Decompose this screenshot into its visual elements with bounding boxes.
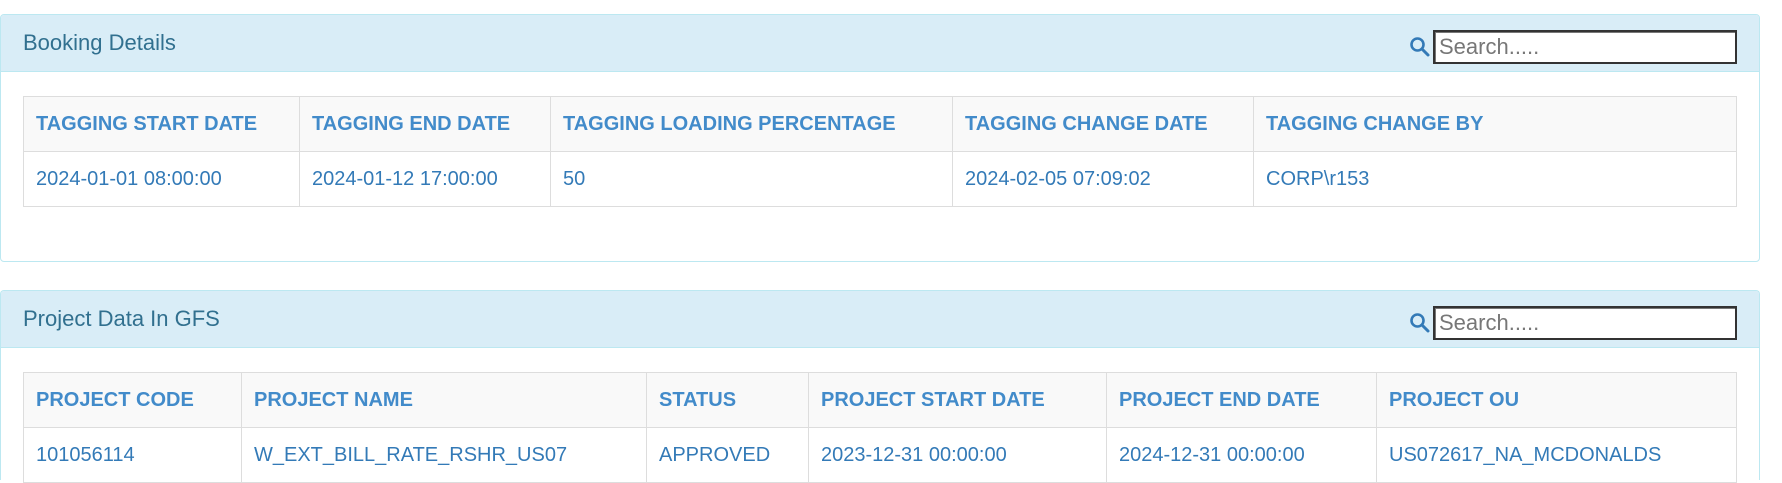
booking-table: TAGGING START DATE TAGGING END DATE TAGG… [23, 96, 1737, 207]
column-header[interactable]: TAGGING START DATE [23, 96, 300, 152]
booking-table-wrap: TAGGING START DATE TAGGING END DATE TAGG… [23, 96, 1737, 207]
column-header[interactable]: TAGGING CHANGE DATE [952, 96, 1254, 152]
booking-search-input[interactable] [1433, 30, 1737, 64]
search-icon [1409, 36, 1431, 58]
project-table: PROJECT CODE PROJECT NAME STATUS PROJECT… [23, 372, 1737, 483]
column-header[interactable]: PROJECT NAME [241, 372, 647, 428]
column-header[interactable]: TAGGING CHANGE BY [1253, 96, 1737, 152]
project-data-heading: Project Data In GFS [1, 291, 1759, 348]
column-header[interactable]: PROJECT OU [1376, 372, 1737, 428]
table-cell: 50 [550, 151, 953, 207]
table-cell: US072617_NA_MCDONALDS [1376, 427, 1737, 483]
booking-search-wrap [1409, 30, 1737, 64]
table-cell: APPROVED [646, 427, 809, 483]
column-header[interactable]: TAGGING LOADING PERCENTAGE [550, 96, 953, 152]
table-row: 101056114 W_EXT_BILL_RATE_RSHR_US07 APPR… [23, 427, 1737, 483]
table-cell: W_EXT_BILL_RATE_RSHR_US07 [241, 427, 647, 483]
table-cell: 101056114 [23, 427, 242, 483]
table-cell: CORP\r153 [1253, 151, 1737, 207]
booking-details-title: Booking Details [23, 30, 176, 55]
booking-header-row: TAGGING START DATE TAGGING END DATE TAGG… [23, 96, 1737, 152]
project-search-input[interactable] [1433, 306, 1737, 340]
column-header[interactable]: PROJECT END DATE [1106, 372, 1377, 428]
search-icon [1409, 312, 1431, 334]
table-cell: 2024-12-31 00:00:00 [1106, 427, 1377, 483]
project-table-wrap: PROJECT CODE PROJECT NAME STATUS PROJECT… [23, 372, 1737, 483]
project-header-row: PROJECT CODE PROJECT NAME STATUS PROJECT… [23, 372, 1737, 428]
project-data-panel: Project Data In GFS PROJECT CODE PROJECT… [0, 290, 1760, 483]
column-header[interactable]: PROJECT CODE [23, 372, 242, 428]
project-data-title: Project Data In GFS [23, 306, 220, 331]
table-cell: 2023-12-31 00:00:00 [808, 427, 1107, 483]
column-header[interactable]: PROJECT START DATE [808, 372, 1107, 428]
project-search-wrap [1409, 306, 1737, 340]
column-header[interactable]: TAGGING END DATE [299, 96, 551, 152]
table-cell: 2024-01-01 08:00:00 [23, 151, 300, 207]
table-row: 2024-01-01 08:00:00 2024-01-12 17:00:00 … [23, 151, 1737, 207]
booking-details-heading: Booking Details [1, 15, 1759, 72]
table-cell: 2024-02-05 07:09:02 [952, 151, 1254, 207]
booking-details-panel: Booking Details TAGGING START DATE TAGGI… [0, 14, 1760, 262]
table-cell: 2024-01-12 17:00:00 [299, 151, 551, 207]
column-header[interactable]: STATUS [646, 372, 809, 428]
